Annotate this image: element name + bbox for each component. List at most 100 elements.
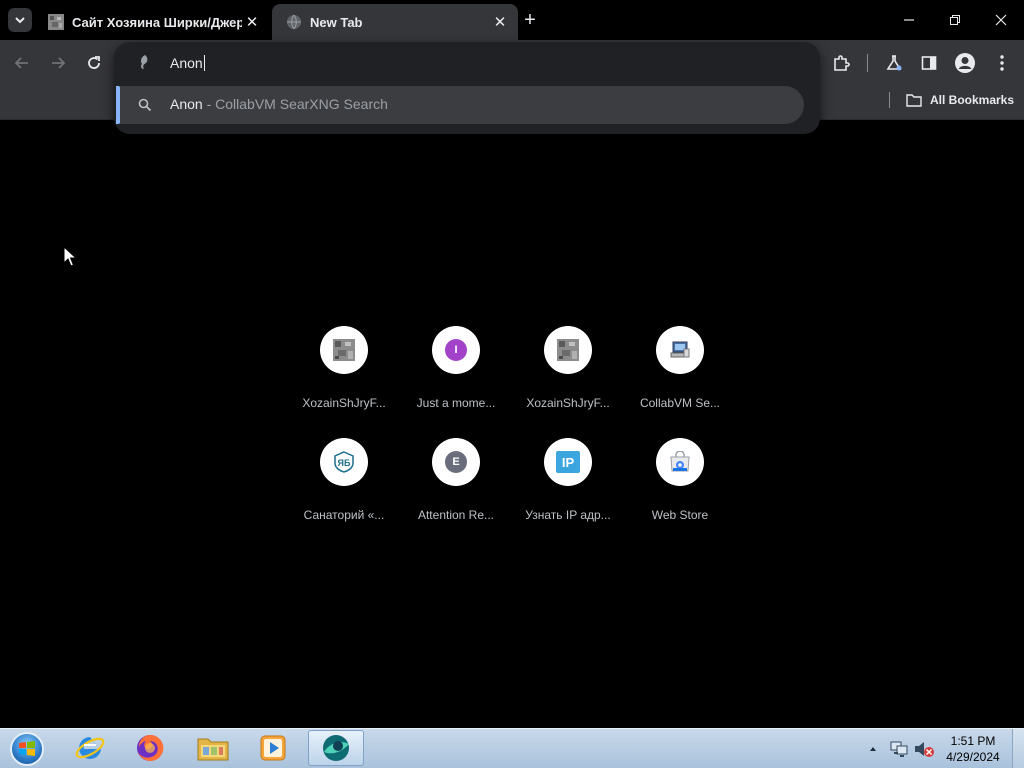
shortcut-tile[interactable]: CollabVM Se... [624, 312, 736, 412]
close-tab-icon[interactable]: ✕ [490, 12, 510, 32]
text-caret [203, 55, 205, 71]
address-bar-text: Anon [170, 55, 203, 71]
shortcut-icon-circle [320, 326, 368, 374]
computer-favicon-icon [670, 341, 690, 358]
side-panel-button[interactable] [917, 51, 941, 75]
globe-icon [287, 14, 301, 30]
close-tab-icon[interactable]: ✕ [242, 12, 262, 32]
tab-title: New Tab [310, 14, 363, 30]
shortcut-tile[interactable]: Web Store [624, 424, 736, 524]
taskbar-firefox[interactable] [122, 730, 178, 766]
suggestion-query: Anon [170, 96, 203, 112]
extensions-button[interactable] [829, 51, 853, 75]
profile-button[interactable] [953, 51, 977, 75]
clock-time: 1:51 PM [950, 734, 996, 748]
profile-avatar-icon [955, 53, 975, 73]
suggestion-separator: - [202, 96, 216, 112]
taskbar-explorer[interactable] [185, 730, 241, 766]
media-player-icon [260, 735, 286, 761]
search-icon [138, 98, 152, 112]
search-engine-icon [140, 55, 148, 69]
tray-overflow-button[interactable] [868, 738, 878, 760]
tab-new-tab[interactable]: New Tab ✕ [272, 4, 518, 40]
menu-button[interactable] [990, 51, 1014, 75]
chevron-up-icon [870, 747, 876, 751]
start-button[interactable] [4, 730, 50, 768]
tab-search-button[interactable] [8, 8, 32, 32]
shortcut-label: CollabVM Se... [639, 396, 721, 410]
shortcut-tile[interactable]: ЯБ Санаторий «... [288, 424, 400, 524]
web-store-icon [670, 451, 690, 472]
tab-sanatorium[interactable]: Сайт Хозяина Ширки/Джерико ✕ [36, 4, 270, 40]
internet-explorer-icon [75, 737, 105, 759]
flask-icon [886, 55, 902, 71]
shortcut-label: Узнать IP адр... [525, 508, 611, 522]
shortcut-label: Just a mome... [416, 396, 496, 410]
new-tab-button[interactable]: + [520, 9, 540, 31]
restore-button[interactable] [932, 0, 978, 40]
chevron-down-icon [15, 17, 25, 24]
shortcut-tile[interactable]: I Just a mome... [400, 312, 512, 412]
close-icon [995, 14, 1007, 26]
letter-avatar-icon: E [445, 451, 467, 473]
all-bookmarks-label: All Bookmarks [930, 93, 1015, 107]
shortcut-icon-circle: ЯБ [320, 438, 368, 486]
close-window-button[interactable] [978, 0, 1024, 40]
mouse-pointer-icon [63, 246, 77, 267]
puzzle-icon [834, 55, 850, 71]
minimize-icon [904, 19, 914, 21]
forward-button[interactable] [46, 51, 70, 75]
bookmarks-separator [889, 92, 890, 108]
tray-network-button[interactable] [889, 738, 909, 760]
tab-title: Сайт Хозяина Ширки/Джерико [72, 14, 242, 30]
address-bar-input[interactable]: Anon [170, 53, 205, 73]
file-explorer-icon [197, 738, 229, 761]
firefox-icon [137, 734, 164, 761]
system-clock[interactable]: 1:51 PM 4/29/2024 [940, 733, 1006, 765]
letter-avatar-icon: I [445, 339, 467, 361]
volume-muted-icon [915, 742, 934, 757]
shortcut-icon-circle [656, 326, 704, 374]
back-button[interactable] [10, 51, 34, 75]
shortcut-tile[interactable]: XozainShJryF... [512, 312, 624, 412]
shortcut-label: Web Store [651, 508, 709, 522]
shortcut-icon-circle: IP [544, 438, 592, 486]
shortcut-icon-circle [656, 438, 704, 486]
pixel-favicon-icon [48, 14, 64, 30]
network-icon [890, 741, 908, 757]
show-desktop-button[interactable] [1012, 729, 1024, 768]
taskbar-browser[interactable] [308, 730, 364, 766]
suggestion-description: CollabVM SearXNG Search [215, 96, 388, 112]
suggestion-text: Anon - CollabVM SearXNG Search [170, 96, 388, 112]
shortcut-label: XozainShJryF... [302, 396, 386, 410]
restore-icon [950, 15, 960, 25]
ip-logo-icon: IP [556, 451, 580, 473]
side-panel-icon [921, 56, 937, 70]
all-bookmarks-button[interactable]: All Bookmarks [906, 91, 1014, 109]
clock-date: 4/29/2024 [946, 750, 1000, 764]
screen: Сайт Хозяина Ширки/Джерико ✕ New Tab ✕ +… [0, 0, 1024, 768]
pixel-favicon-icon [333, 339, 355, 361]
labs-button[interactable] [882, 51, 906, 75]
reload-icon [88, 56, 100, 69]
taskbar-ie[interactable] [62, 730, 118, 766]
shortcut-tile[interactable]: IP Узнать IP адр... [512, 424, 624, 524]
shortcut-tile[interactable]: E Attention Re... [400, 424, 512, 524]
browser-icon [323, 735, 349, 761]
arrow-right-icon [52, 57, 66, 69]
minimize-button[interactable] [886, 0, 932, 40]
omnibox-suggestion[interactable]: Anon - CollabVM SearXNG Search [116, 86, 804, 124]
taskbar-media-player[interactable] [245, 730, 301, 766]
reload-button[interactable] [82, 51, 106, 75]
tray-volume-button[interactable] [913, 738, 935, 760]
shortcut-label: Attention Re... [417, 508, 495, 522]
arrow-left-icon [14, 57, 28, 69]
shortcut-tile[interactable]: XozainShJryF... [288, 312, 400, 412]
windows-logo-icon [10, 732, 44, 766]
shortcut-icon-circle [544, 326, 592, 374]
more-vert-icon [1000, 55, 1004, 71]
svg-text:ЯБ: ЯБ [338, 458, 351, 468]
shortcut-icon-circle: E [432, 438, 480, 486]
pixel-favicon-icon [557, 339, 579, 361]
sanatorium-logo-icon: ЯБ [334, 451, 354, 473]
